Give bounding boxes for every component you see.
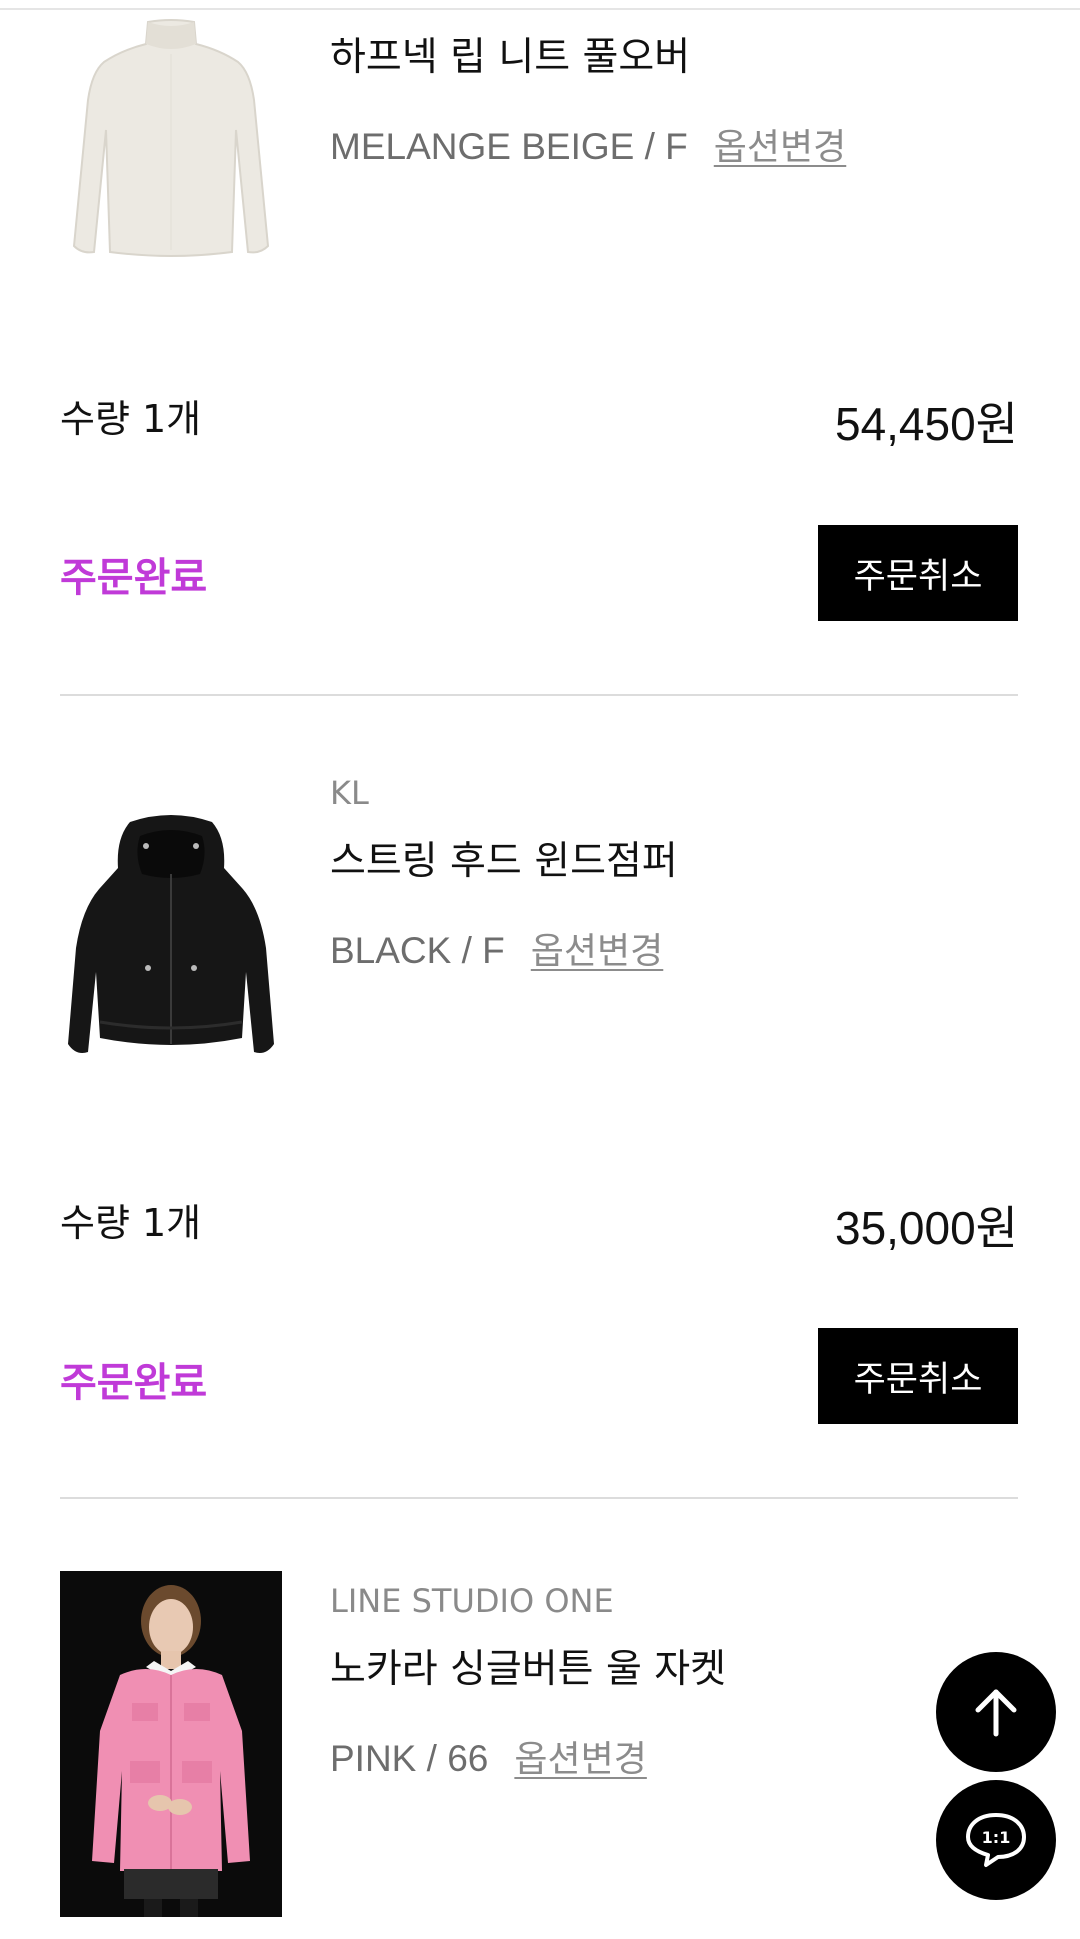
arrow-up-icon xyxy=(975,1689,1017,1737)
quantity-label: 수량 1개 xyxy=(60,397,202,441)
chat-button[interactable]: 1:1 xyxy=(936,1780,1056,1900)
option-change-link[interactable]: 옵션변경 xyxy=(531,922,663,974)
product-image-pink-jacket[interactable] xyxy=(60,1571,282,1917)
chat-label: 1:1 xyxy=(982,1828,1011,1847)
brand-name: KL xyxy=(330,774,369,812)
knit-sweater-image xyxy=(60,10,282,260)
cancel-order-button[interactable]: 주문취소 xyxy=(818,525,1018,621)
brand-name: LINE STUDIO ONE xyxy=(330,1582,614,1620)
option-row: MELANGE BEIGE / F 옵션변경 xyxy=(330,118,846,170)
black-jacket-image xyxy=(60,808,282,1068)
price-label: 54,450원 xyxy=(834,398,1018,450)
order-status: 주문완료 xyxy=(60,555,208,601)
product-image-knit[interactable] xyxy=(60,10,282,260)
order-status: 주문완료 xyxy=(60,1360,208,1406)
option-row: BLACK / F 옵션변경 xyxy=(330,922,663,974)
cancel-order-button[interactable]: 주문취소 xyxy=(818,1328,1018,1424)
option-change-link[interactable]: 옵션변경 xyxy=(714,118,846,170)
option-change-link[interactable]: 옵션변경 xyxy=(514,1730,646,1782)
order-list-page: 하프넥 립 니트 풀오버 MELANGE BEIGE / F 옵션변경 수량 1… xyxy=(0,0,1080,1939)
product-name[interactable]: 하프넥 립 니트 풀오버 xyxy=(330,26,690,82)
pink-jacket-image xyxy=(60,1571,282,1917)
chat-bubble-icon: 1:1 xyxy=(966,1813,1026,1867)
option-row: PINK / 66 옵션변경 xyxy=(330,1730,647,1782)
item-divider xyxy=(60,694,1018,696)
scroll-top-button[interactable] xyxy=(936,1652,1056,1772)
item-divider xyxy=(60,1497,1018,1499)
option-text: MELANGE BEIGE / F xyxy=(330,126,688,167)
price-label: 35,000원 xyxy=(834,1202,1018,1254)
product-image-jacket[interactable] xyxy=(60,808,282,1068)
product-name[interactable]: 스트링 후드 윈드점퍼 xyxy=(330,830,678,886)
quantity-label: 수량 1개 xyxy=(60,1201,202,1245)
option-text: PINK / 66 xyxy=(330,1738,489,1779)
option-text: BLACK / F xyxy=(330,930,505,971)
product-name[interactable]: 노카라 싱글버튼 울 자켓 xyxy=(330,1638,726,1694)
